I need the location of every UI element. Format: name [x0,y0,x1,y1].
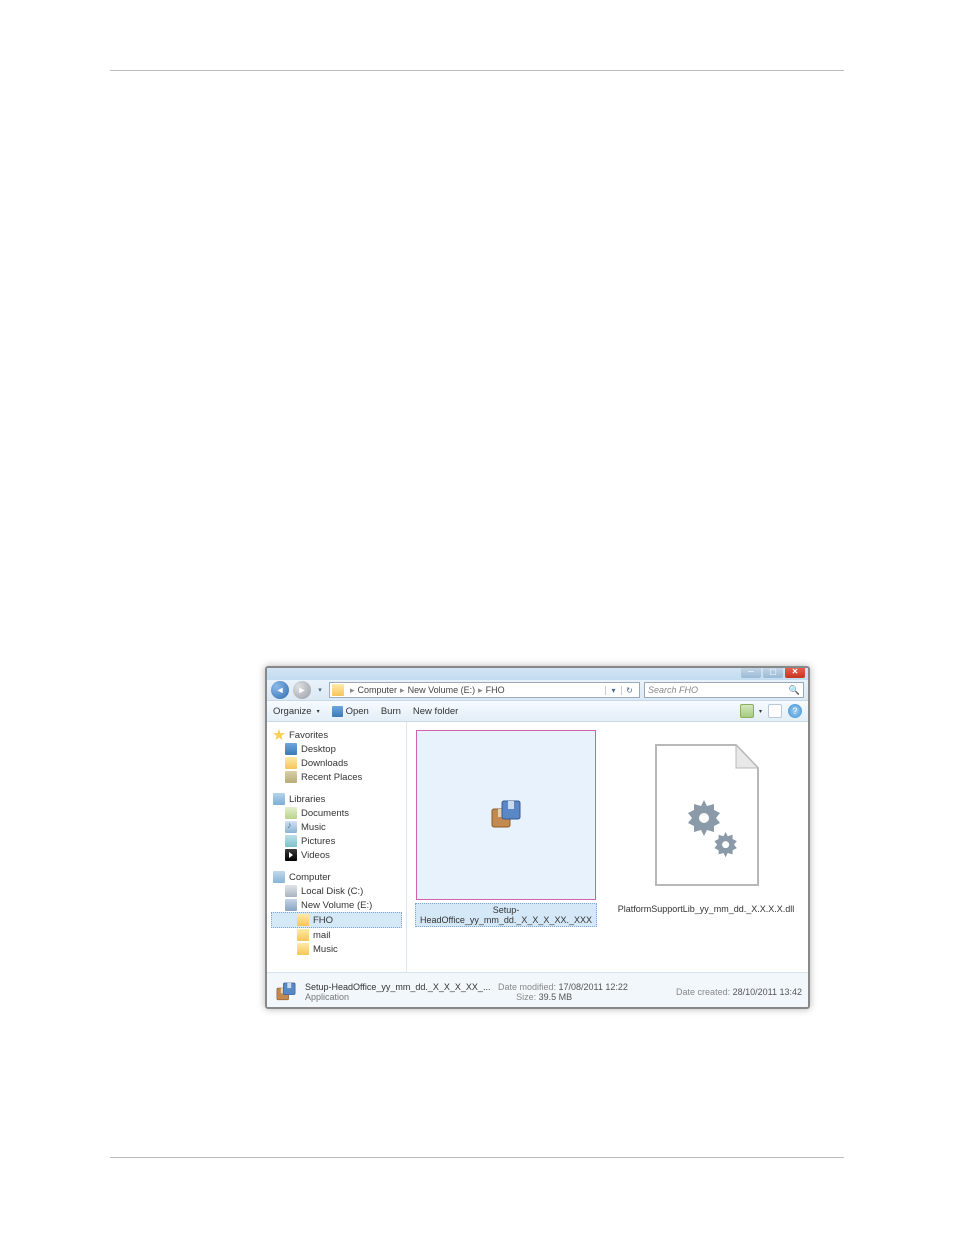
details-created: 28/10/2011 13:42 [733,987,802,997]
details-modified: 17/08/2011 12:22 [559,982,628,992]
nav-recent-places[interactable]: Recent Places [271,770,402,784]
file-label: PlatformSupportLib_yy_mm_dd._X.X.X.X.dll [615,903,798,915]
nav-documents[interactable]: Documents [271,806,402,820]
maximize-button[interactable]: ▢ [763,666,783,678]
dll-icon [641,740,771,890]
nav-desktop[interactable]: Desktop [271,742,402,756]
explorer-window: ─ ▢ ✕ ◄ ► ▾ ▸ Computer ▸ New Volume (E:)… [265,666,810,1009]
installer-icon [486,795,526,835]
disk-icon [285,885,297,897]
recent-icon [285,771,297,783]
nav-libraries[interactable]: Libraries [271,792,402,806]
videos-icon [285,849,297,861]
file-label: Setup-HeadOffice_yy_mm_dd._X_X_X_XX._XXX [415,903,597,927]
address-bar[interactable]: ▸ Computer ▸ New Volume (E:) ▸ FHO ▾ ↻ [329,682,640,698]
installer-icon [273,979,299,1005]
page-top-rule [110,70,844,71]
preview-pane-button[interactable] [768,704,782,718]
file-pane[interactable]: Setup-HeadOffice_yy_mm_dd._X_X_X_XX._XXX [407,722,808,972]
file-platformsupportlib[interactable]: PlatformSupportLib_yy_mm_dd._X.X.X.X.dll [615,730,797,915]
toolbar: Organize▾ Open Burn New folder ▾ ? [267,700,808,722]
file-setup-headoffice[interactable]: Setup-HeadOffice_yy_mm_dd._X_X_X_XX._XXX [415,730,597,927]
forward-button[interactable]: ► [293,681,311,699]
help-button[interactable]: ? [788,704,802,718]
minimize-button[interactable]: ─ [741,666,761,678]
page-bottom-rule [110,1157,844,1158]
refresh-icon[interactable]: ↻ [621,686,637,695]
nav-history-dropdown[interactable]: ▾ [315,683,325,697]
nav-pictures[interactable]: Pictures [271,834,402,848]
open-button[interactable]: Open [332,706,369,717]
details-modified-label: Date modified: [498,982,556,992]
titlebar: ─ ▢ ✕ [267,668,808,680]
nav-folder-music[interactable]: Music [271,942,402,956]
details-pane: Setup-HeadOffice_yy_mm_dd._X_X_X_XX_... … [267,972,808,1009]
search-input[interactable]: Search FHO 🔍 [644,682,804,698]
details-size-label: Size: [516,992,536,1002]
music-icon [285,821,297,833]
nav-local-disk-c[interactable]: Local Disk (C:) [271,884,402,898]
drive-icon [285,899,297,911]
nav-music[interactable]: Music [271,820,402,834]
breadcrumb-item[interactable]: FHO [486,685,505,695]
nav-favorites[interactable]: Favorites [271,728,402,742]
burn-button[interactable]: Burn [381,706,401,717]
view-toggle-button[interactable] [740,704,754,718]
computer-icon [273,871,285,883]
pictures-icon [285,835,297,847]
folder-icon [297,929,309,941]
main-area: Favorites Desktop Downloads Recent Place… [267,722,808,972]
folder-icon [297,914,309,926]
view-dropdown-icon[interactable]: ▾ [759,708,762,715]
star-icon [273,729,285,741]
close-button[interactable]: ✕ [785,666,805,678]
nav-folder-mail[interactable]: mail [271,928,402,942]
organize-button[interactable]: Organize▾ [273,706,320,717]
details-title: Setup-HeadOffice_yy_mm_dd._X_X_X_XX_... [305,982,490,992]
details-size: 39.5 MB [539,992,573,1002]
nav-new-volume-e[interactable]: New Volume (E:) [271,898,402,912]
nav-folder-fho[interactable]: FHO [271,912,402,928]
libraries-icon [273,793,285,805]
search-placeholder: Search FHO [648,685,698,695]
details-created-label: Date created: [676,987,730,997]
address-row: ◄ ► ▾ ▸ Computer ▸ New Volume (E:) ▸ FHO… [267,680,808,700]
nav-computer[interactable]: Computer [271,870,402,884]
breadcrumb-item[interactable]: Computer [358,685,398,695]
downloads-icon [285,757,297,769]
nav-videos[interactable]: Videos [271,848,402,862]
file-thumbnail [616,730,796,900]
details-type: Application [305,992,349,1002]
documents-icon [285,807,297,819]
back-button[interactable]: ◄ [271,681,289,699]
search-icon: 🔍 [789,685,800,696]
desktop-icon [285,743,297,755]
folder-icon [297,943,309,955]
new-folder-button[interactable]: New folder [413,706,458,717]
breadcrumb-item[interactable]: New Volume (E:) [408,685,476,695]
file-thumbnail [416,730,596,900]
addr-dropdown-icon[interactable]: ▾ [605,686,621,695]
navigation-pane[interactable]: Favorites Desktop Downloads Recent Place… [267,722,407,972]
folder-icon [332,684,344,696]
nav-downloads[interactable]: Downloads [271,756,402,770]
